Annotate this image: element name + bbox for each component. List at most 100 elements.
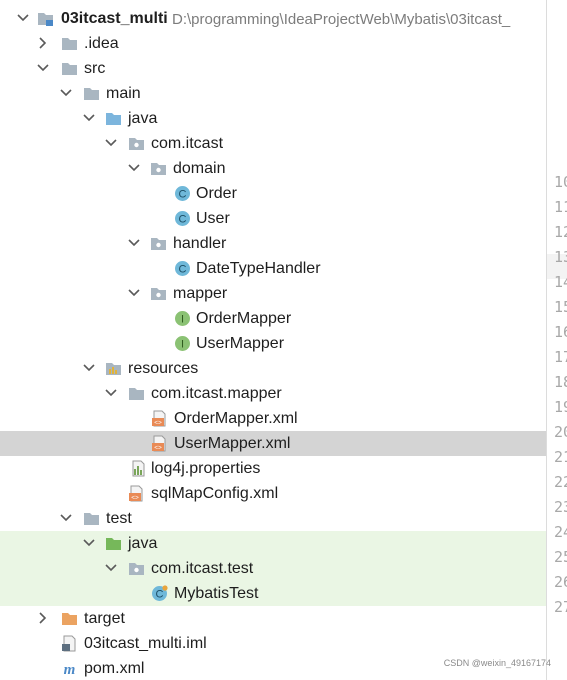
tree-row-test[interactable]: test xyxy=(0,506,546,531)
tree-row-com-itcast-test[interactable]: com.itcast.test xyxy=(0,556,546,581)
line-number: 16 xyxy=(554,323,567,341)
tree-row-log4j-properties[interactable]: log4j.properties xyxy=(0,456,546,481)
chevron-down-icon[interactable] xyxy=(81,360,97,376)
svg-text:C: C xyxy=(156,589,164,601)
tree-row-project-root[interactable]: 03itcast_multi D:\programming\IdeaProjec… xyxy=(0,6,546,31)
chevron-down-icon[interactable] xyxy=(126,285,142,301)
tree-row-user-mapper-xml[interactable]: <> UserMapper.xml xyxy=(0,431,546,456)
package-icon xyxy=(151,288,166,300)
line-number: 17 xyxy=(554,348,567,366)
line-number: 23 xyxy=(554,498,567,516)
tree-label: src xyxy=(84,60,106,77)
tree-label: java xyxy=(128,535,158,552)
package-icon xyxy=(129,563,144,575)
tree-label: UserMapper.xml xyxy=(174,435,291,452)
tree-label: mapper xyxy=(173,285,228,302)
line-number: 10 xyxy=(554,173,567,191)
svg-text:<>: <> xyxy=(154,420,162,427)
tree-row-java[interactable]: java xyxy=(0,106,546,131)
tree-row-order[interactable]: C Order xyxy=(0,181,546,206)
line-number: 11 xyxy=(554,198,567,216)
chevron-down-icon[interactable] xyxy=(81,110,97,126)
line-number: 27 xyxy=(554,598,567,616)
folder-icon xyxy=(84,88,99,100)
line-number: 19 xyxy=(554,398,567,416)
package-icon xyxy=(151,238,166,250)
tree-label: test xyxy=(106,510,132,527)
line-number: 12 xyxy=(554,223,567,241)
svg-text:C: C xyxy=(179,189,187,201)
svg-text:C: C xyxy=(179,264,187,276)
tree-row-mapper[interactable]: mapper xyxy=(0,281,546,306)
tree-label: DateTypeHandler xyxy=(196,260,321,277)
tree-label: com.itcast xyxy=(151,135,224,152)
project-tree: 03itcast_multi D:\programming\IdeaProjec… xyxy=(0,0,546,680)
tree-row-user[interactable]: C User xyxy=(0,206,546,231)
tree-label: OrderMapper xyxy=(196,310,292,327)
line-number: 20 xyxy=(554,423,567,441)
tree-row-user-mapper[interactable]: I UserMapper xyxy=(0,331,546,356)
tree-row-order-mapper-xml[interactable]: <> OrderMapper.xml xyxy=(0,406,546,431)
module-folder-icon xyxy=(38,13,53,26)
package-icon xyxy=(151,163,166,175)
tree-row-src[interactable]: src xyxy=(0,56,546,81)
tree-label: sqlMapConfig.xml xyxy=(151,485,279,502)
tree-label: .idea xyxy=(84,35,119,52)
line-number: 24 xyxy=(554,523,567,541)
chevron-down-icon[interactable] xyxy=(81,535,97,551)
test-source-folder-icon xyxy=(106,538,121,550)
tree-label: MybatisTest xyxy=(174,585,259,602)
tree-row-order-mapper[interactable]: I OrderMapper xyxy=(0,306,546,331)
tree-row-com-itcast-mapper[interactable]: com.itcast.mapper xyxy=(0,381,546,406)
chevron-down-icon[interactable] xyxy=(126,160,142,176)
folder-icon xyxy=(84,513,99,525)
class-icon: C xyxy=(175,211,190,226)
tree-row-target[interactable]: target xyxy=(0,606,546,631)
tree-label: main xyxy=(106,85,141,102)
chevron-down-icon[interactable] xyxy=(15,10,31,26)
svg-text:m: m xyxy=(64,662,76,677)
tree-label: 03itcast_multi.iml xyxy=(84,635,207,652)
folder-icon xyxy=(62,63,77,75)
tree-row-resources[interactable]: resources xyxy=(0,356,546,381)
tree-label: Order xyxy=(196,185,237,202)
line-number: 25 xyxy=(554,548,567,566)
line-number: 14 xyxy=(554,273,567,291)
excluded-folder-icon xyxy=(62,613,77,625)
folder-icon xyxy=(62,38,77,50)
tree-label: com.itcast.test xyxy=(151,560,254,577)
chevron-down-icon[interactable] xyxy=(58,510,74,526)
editor-line-gutter: 10 11 12 13 14 15 16 17 18 19 20 21 22 23 24 25 26 27 xyxy=(546,0,567,680)
tree-row-handler[interactable]: handler xyxy=(0,231,546,256)
tree-row-test-java[interactable]: java xyxy=(0,531,546,556)
tree-row-date-type-handler[interactable]: C DateTypeHandler xyxy=(0,256,546,281)
tree-row-iml[interactable]: 03itcast_multi.iml xyxy=(0,631,546,656)
tree-row-main[interactable]: main xyxy=(0,81,546,106)
xml-file-icon: <> xyxy=(129,485,143,502)
tree-row-domain[interactable]: domain xyxy=(0,156,546,181)
package-icon xyxy=(129,138,144,150)
chevron-down-icon[interactable] xyxy=(126,235,142,251)
tree-row-mybatis-test[interactable]: C MybatisTest xyxy=(0,581,546,606)
line-number: 26 xyxy=(554,573,567,591)
chevron-down-icon[interactable] xyxy=(103,385,119,401)
tree-row-sqlmapconfig-xml[interactable]: <> sqlMapConfig.xml xyxy=(0,481,546,506)
chevron-down-icon[interactable] xyxy=(58,85,74,101)
source-folder-icon xyxy=(106,113,121,125)
line-number: 18 xyxy=(554,373,567,391)
chevron-right-icon[interactable] xyxy=(35,35,51,51)
tree-label: java xyxy=(128,110,158,127)
tree-label: com.itcast.mapper xyxy=(151,385,282,402)
chevron-right-icon[interactable] xyxy=(35,610,51,626)
interface-icon: I xyxy=(175,336,190,351)
chevron-down-icon[interactable] xyxy=(103,135,119,151)
tree-label: resources xyxy=(128,360,199,377)
svg-text:I: I xyxy=(181,314,184,326)
chevron-down-icon[interactable] xyxy=(35,60,51,76)
tree-row-com-itcast[interactable]: com.itcast xyxy=(0,131,546,156)
xml-file-icon: <> xyxy=(152,435,166,452)
tree-row-idea[interactable]: .idea xyxy=(0,31,546,56)
properties-file-icon xyxy=(132,460,145,477)
tree-label: domain xyxy=(173,160,226,177)
chevron-down-icon[interactable] xyxy=(103,560,119,576)
